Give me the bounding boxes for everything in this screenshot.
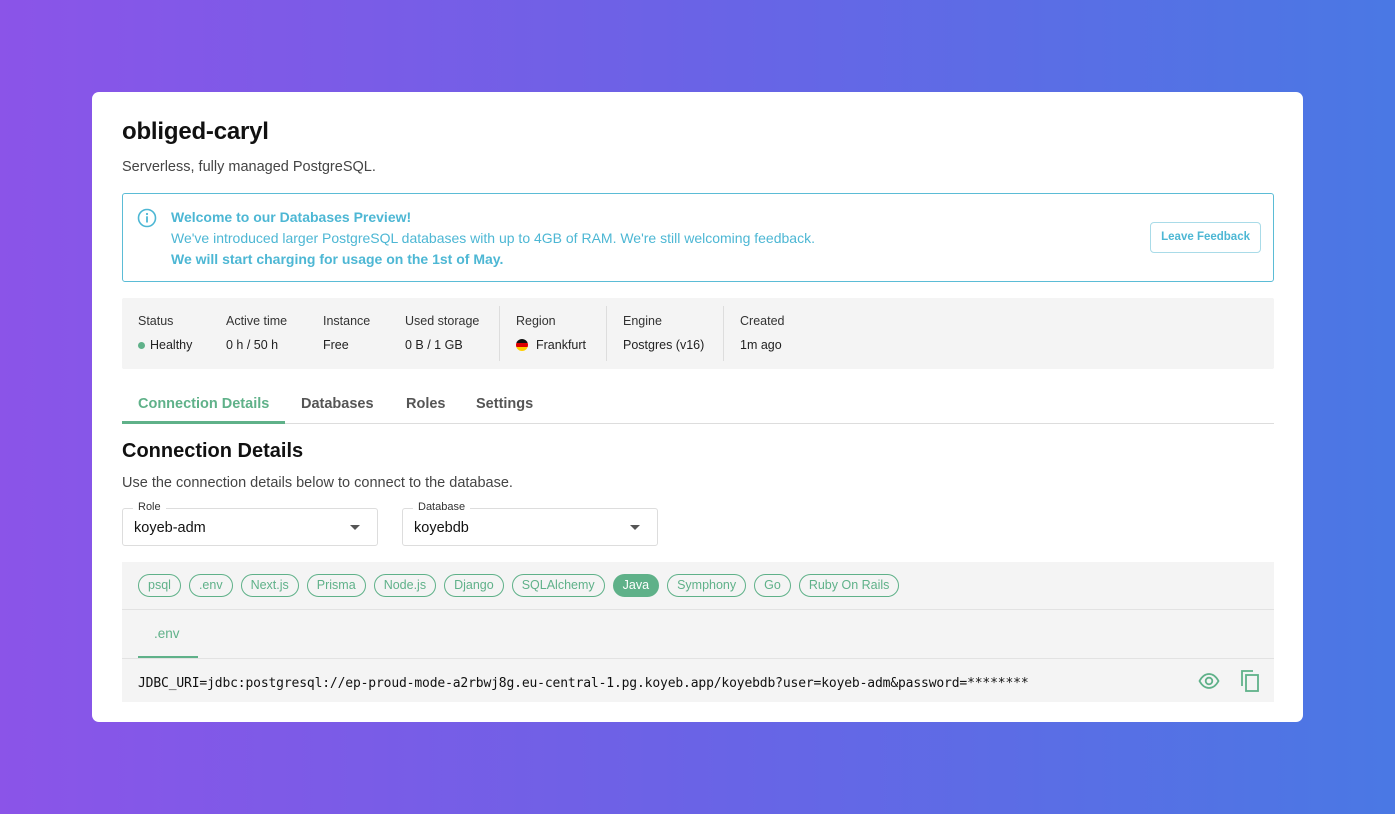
stat-value: 1m ago [740, 338, 782, 352]
page-subtitle: Serverless, fully managed PostgreSQL. [122, 159, 376, 175]
chip-ruby-on-rails[interactable]: Ruby On Rails [798, 574, 900, 597]
chip-django[interactable]: Django [444, 574, 504, 597]
tab-roles[interactable]: Roles [406, 396, 446, 412]
stat-label: Status [138, 314, 174, 328]
leave-feedback-button[interactable]: Leave Feedback [1150, 222, 1261, 253]
chip-nodejs[interactable]: Node.js [373, 574, 437, 597]
chip-prisma[interactable]: Prisma [306, 574, 366, 597]
stat-value: Free [323, 338, 349, 352]
subtab-env[interactable]: .env [138, 610, 198, 658]
tab-databases[interactable]: Databases [301, 396, 374, 412]
alert-notice: We will start charging for usage on the … [171, 251, 504, 267]
chip-go[interactable]: Go [754, 574, 791, 597]
stat-label: Engine [623, 314, 662, 328]
framework-chips: psql .env Next.js Prisma Node.js Django … [138, 574, 900, 597]
germany-flag-icon [516, 339, 528, 351]
copy-icon[interactable] [1239, 669, 1261, 693]
divider [723, 306, 724, 361]
connection-string: JDBC_URI=jdbc:postgresql://ep-proud-mode… [138, 676, 1029, 691]
role-value: koyeb-adm [134, 520, 206, 536]
stat-label: Created [740, 314, 785, 328]
subtab-label: .env [154, 626, 180, 641]
region-value: Frankfurt [536, 338, 587, 352]
chevron-down-icon [630, 525, 640, 530]
divider [606, 306, 607, 361]
tab-settings[interactable]: Settings [476, 396, 533, 412]
role-label: Role [133, 501, 166, 513]
chip-env[interactable]: .env [188, 574, 233, 597]
page-title: obliged-caryl [122, 118, 269, 145]
alert-heading: Welcome to our Databases Preview! [171, 209, 412, 225]
role-select[interactable]: Role koyeb-adm [122, 501, 378, 546]
stat-label: Used storage [405, 314, 480, 328]
database-value: koyebdb [414, 520, 469, 536]
divider [499, 306, 500, 361]
database-card: obliged-caryl Serverless, fully managed … [92, 92, 1303, 722]
section-description: Use the connection details below to conn… [122, 475, 513, 491]
chip-psql[interactable]: psql [138, 574, 181, 597]
alert-message: We've introduced larger PostgreSQL datab… [171, 230, 815, 246]
divider [122, 658, 1274, 659]
connection-code-panel: psql .env Next.js Prisma Node.js Django … [122, 562, 1274, 702]
stat-value: Postgres (v16) [623, 338, 705, 352]
stat-label: Region [516, 314, 556, 328]
status-value: Healthy [150, 338, 193, 352]
tab-connection-details[interactable]: Connection Details [138, 396, 269, 412]
chip-sqlalchemy[interactable]: SQLAlchemy [511, 574, 605, 597]
stat-label: Instance [323, 314, 371, 328]
database-select[interactable]: Database koyebdb [402, 501, 658, 546]
section-title: Connection Details [122, 440, 304, 462]
status-dot-icon [138, 341, 145, 349]
stat-value: 0 h / 50 h [226, 338, 279, 352]
stats-bar: Status Healthy Active time 0 h / 50 h In… [122, 298, 1274, 369]
active-tab-indicator [122, 421, 285, 424]
chip-java[interactable]: Java [612, 574, 660, 597]
preview-alert: Welcome to our Databases Preview! We've … [122, 193, 1274, 282]
chip-symphony[interactable]: Symphony [667, 574, 747, 597]
info-icon [137, 208, 157, 228]
stat-value: 0 B / 1 GB [405, 338, 463, 352]
chip-nextjs[interactable]: Next.js [240, 574, 299, 597]
eye-icon[interactable] [1198, 672, 1220, 690]
chevron-down-icon [350, 525, 360, 530]
database-label: Database [413, 501, 471, 513]
divider [122, 609, 1274, 610]
stat-label: Active time [226, 314, 288, 328]
tab-bar: Connection Details Databases Roles Setti… [122, 384, 1274, 424]
